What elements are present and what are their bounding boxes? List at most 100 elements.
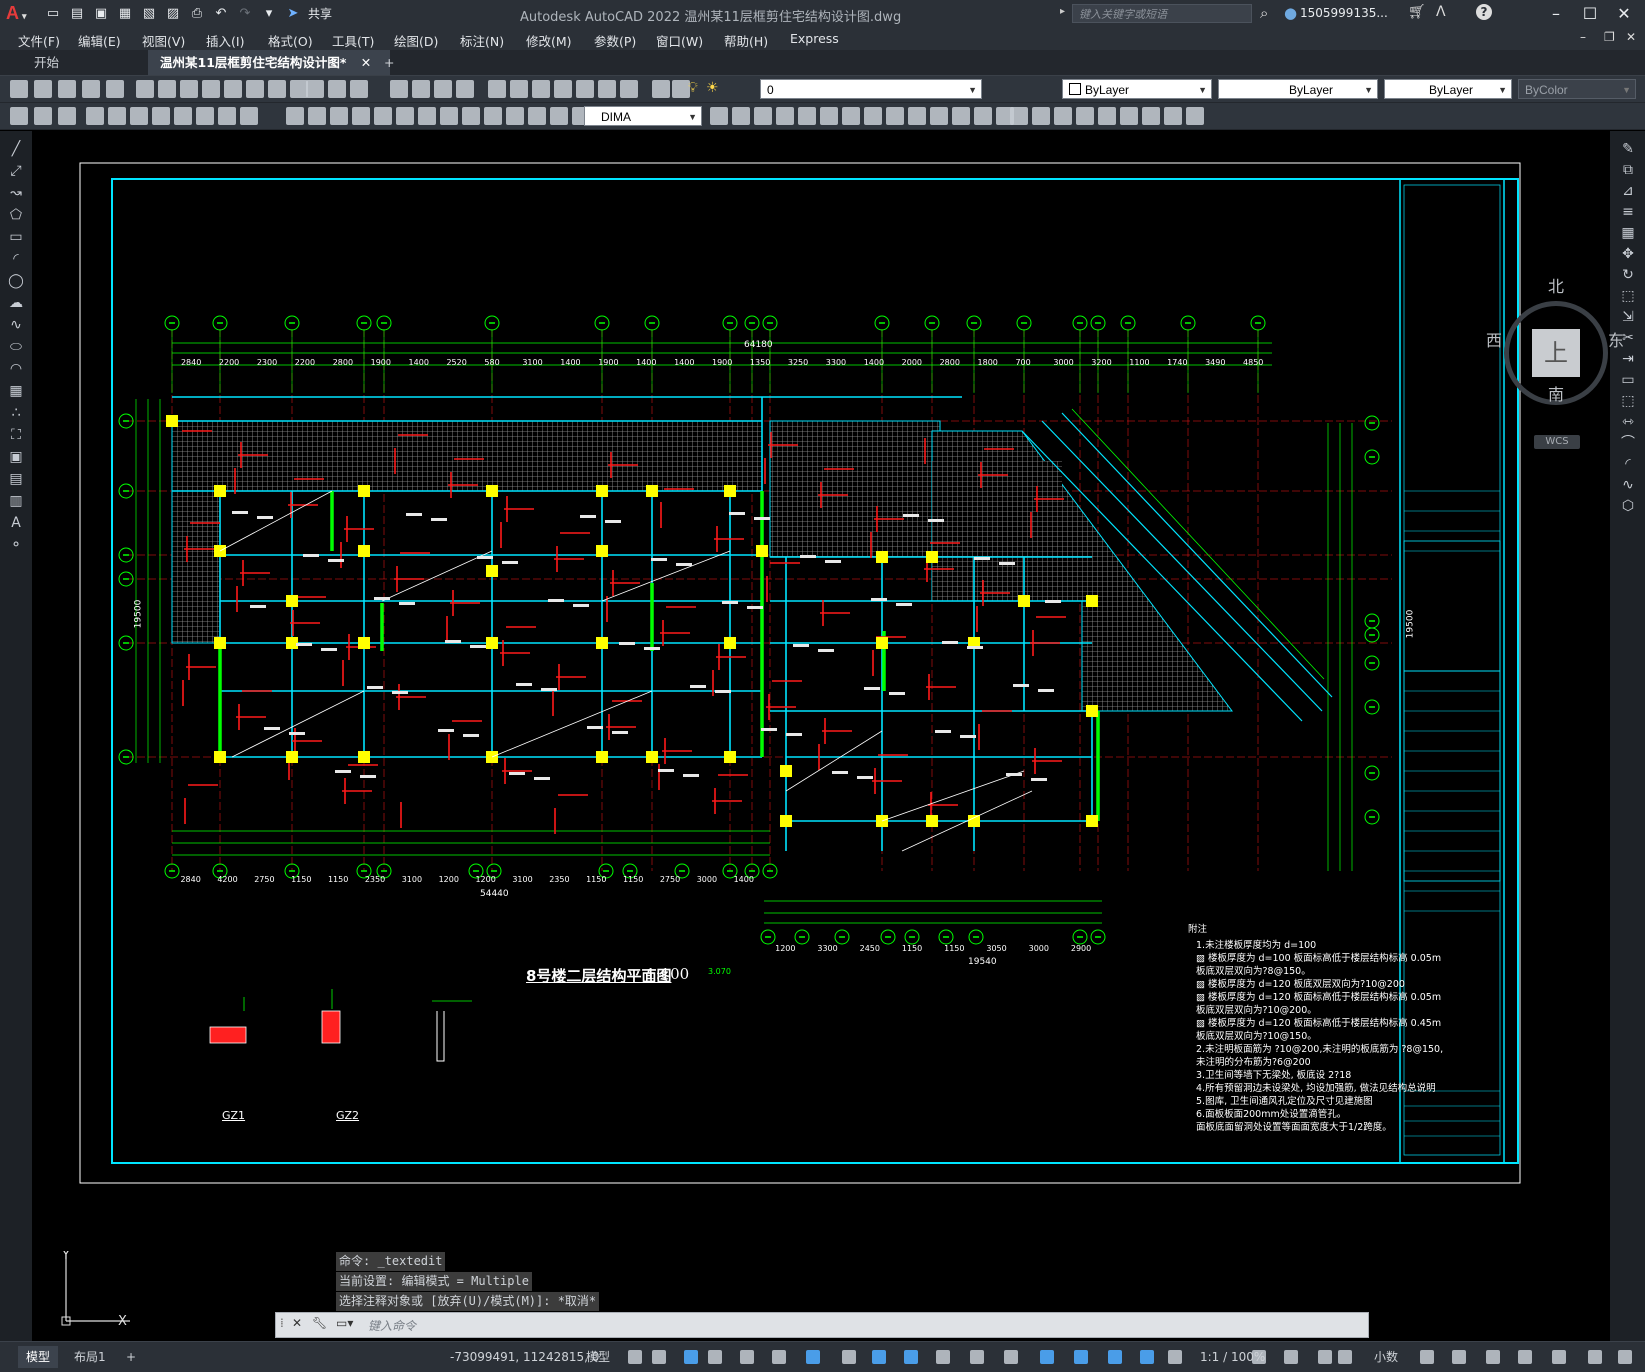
status-toggle-icon[interactable] (1420, 1350, 1434, 1364)
toolbar-tool-icon[interactable] (710, 107, 728, 125)
modify-tool-icon[interactable]: ✥ (1620, 246, 1636, 262)
undo-icon[interactable]: ↶ (212, 4, 230, 22)
menu-file[interactable]: 文件(F) (18, 31, 60, 50)
status-toggle-icon[interactable] (1108, 1350, 1122, 1364)
modify-tool-icon[interactable]: ∿ (1620, 477, 1636, 493)
toolbar-tool-icon[interactable] (462, 107, 480, 125)
toolbar-tool-icon[interactable] (418, 107, 436, 125)
search-expand-icon[interactable]: ▸ (1060, 6, 1065, 17)
toolbar-tool-icon[interactable] (1054, 107, 1072, 125)
toolbar-tool-icon[interactable] (390, 80, 408, 98)
doc-close-button[interactable]: ✕ (1626, 30, 1636, 44)
dimstyle-dropdown[interactable]: DIMA ▼ (584, 106, 702, 126)
toolbar-tool-icon[interactable] (224, 80, 242, 98)
toolbar-tool-icon[interactable] (456, 80, 474, 98)
toolbar-tool-icon[interactable] (528, 107, 546, 125)
toolbar-tool-icon[interactable] (268, 80, 286, 98)
maximize-button[interactable]: ☐ (1574, 2, 1606, 26)
status-toggle-icon[interactable] (1618, 1350, 1632, 1364)
toolbar-tool-icon[interactable] (554, 80, 572, 98)
status-toggle-icon[interactable] (772, 1350, 786, 1364)
status-toggle-icon[interactable] (1338, 1350, 1352, 1364)
draw-tool-icon[interactable]: ◯ (8, 273, 24, 289)
layer-dropdown[interactable]: 0 ▼ (760, 79, 982, 99)
modify-tool-icon[interactable]: ▭ (1620, 372, 1636, 388)
draw-tool-icon[interactable]: A (8, 515, 24, 531)
toolbar-tool-icon[interactable] (776, 107, 794, 125)
toolbar-tool-icon[interactable] (506, 107, 524, 125)
status-toggle-icon[interactable] (1588, 1350, 1602, 1364)
toolbar-tool-icon[interactable] (136, 80, 154, 98)
viewcube-top-face[interactable]: 上 (1532, 329, 1580, 377)
draw-tool-icon[interactable]: ▥ (8, 493, 24, 509)
status-toggle-icon[interactable] (1318, 1350, 1332, 1364)
menu-dimension[interactable]: 标注(N) (460, 31, 504, 50)
toolbar-tool-icon[interactable] (1076, 107, 1094, 125)
modify-tool-icon[interactable]: ▦ (1620, 225, 1636, 241)
toolbar-tool-icon[interactable] (34, 80, 52, 98)
layer-sun-icon[interactable]: ☀ (706, 80, 719, 96)
close-button[interactable]: ✕ (1608, 2, 1640, 26)
toolbar-tool-icon[interactable] (550, 107, 568, 125)
toolbar-tool-icon[interactable] (908, 107, 926, 125)
toolbar-tool-icon[interactable] (218, 107, 236, 125)
export-icon[interactable]: ▧ (140, 4, 158, 22)
toolbar-tool-icon[interactable] (130, 107, 148, 125)
menu-insert[interactable]: 插入(I) (206, 31, 244, 50)
status-toggle-icon[interactable] (1284, 1350, 1298, 1364)
toolbar-tool-icon[interactable] (412, 80, 430, 98)
toolbar-tool-icon[interactable] (930, 107, 948, 125)
linetype-dropdown[interactable]: ByLayer ▼ (1218, 79, 1378, 99)
tab-model[interactable]: 模型 (18, 1346, 59, 1368)
qat-dropdown-icon[interactable]: ▾ (260, 4, 278, 22)
cart-icon[interactable]: 🛒︎ (1408, 4, 1426, 20)
command-customize-icon[interactable]: 🔧︎ (312, 1316, 327, 1330)
model-space-toggle[interactable]: 模型 (578, 1346, 618, 1368)
toolbar-tool-icon[interactable] (174, 107, 192, 125)
toolbar-tool-icon[interactable] (352, 107, 370, 125)
command-line[interactable]: ⁞ ✕ 🔧︎ ▭▾ 键入命令 (275, 1312, 1369, 1338)
toolbar-tool-icon[interactable] (484, 107, 502, 125)
status-toggle-icon[interactable] (1552, 1350, 1566, 1364)
doc-minimize-button[interactable]: – (1580, 30, 1586, 44)
draw-tool-icon[interactable]: ▭ (8, 229, 24, 245)
draw-tool-icon[interactable]: ▣ (8, 449, 24, 465)
modify-tool-icon[interactable]: ⊿ (1620, 183, 1636, 199)
open-file-icon[interactable]: ▤ (68, 4, 86, 22)
status-toggle-icon[interactable] (936, 1350, 950, 1364)
draw-tool-icon[interactable]: ∿ (8, 317, 24, 333)
command-recent-icon[interactable]: ▭▾ (336, 1316, 353, 1330)
toolbar-tool-icon[interactable] (246, 80, 264, 98)
search-input[interactable]: 键入关键字或短语 (1072, 4, 1252, 23)
compass-east[interactable]: 东 (1608, 327, 1624, 351)
status-toggle-icon[interactable] (1518, 1350, 1532, 1364)
toolbar-tool-icon[interactable] (286, 107, 304, 125)
modify-tool-icon[interactable]: ⬚ (1620, 393, 1636, 409)
toolbar-tool-icon[interactable] (1010, 107, 1028, 125)
status-toggle-icon[interactable] (872, 1350, 886, 1364)
status-toggle-icon[interactable] (970, 1350, 984, 1364)
toolbar-tool-icon[interactable] (1120, 107, 1138, 125)
save-as-icon[interactable]: ▦ (116, 4, 134, 22)
viewcube[interactable]: 上 北 南 西 东 WCS (1486, 277, 1624, 449)
toolbar-tool-icon[interactable] (1032, 107, 1050, 125)
draw-tool-icon[interactable]: ⬠ (8, 207, 24, 223)
modify-tool-icon[interactable]: ⌒ (1620, 435, 1636, 451)
save-icon[interactable]: ▣ (92, 4, 110, 22)
toolbar-tool-icon[interactable] (510, 80, 528, 98)
draw-tool-icon[interactable]: ∴ (8, 405, 24, 421)
toolbar-tool-icon[interactable] (350, 80, 368, 98)
modify-tool-icon[interactable]: ✎ (1620, 141, 1636, 157)
plotstyle-dropdown[interactable]: ByColor ▼ (1518, 79, 1636, 99)
draw-tool-icon[interactable]: ╱ (8, 141, 24, 157)
toolbar-tool-icon[interactable] (1186, 107, 1204, 125)
units-dropdown[interactable]: 小数 (1366, 1346, 1406, 1368)
toolbar-tool-icon[interactable] (434, 80, 452, 98)
app-menu-button[interactable]: A ▾ (6, 3, 38, 25)
draw-tool-icon[interactable]: ◜ (8, 251, 24, 267)
toolbar-tool-icon[interactable] (180, 80, 198, 98)
draw-tool-icon[interactable]: ◠ (8, 361, 24, 377)
modify-tool-icon[interactable]: ⇿ (1620, 414, 1636, 430)
toolbar-tool-icon[interactable] (842, 107, 860, 125)
status-toggle-icon[interactable] (652, 1350, 666, 1364)
